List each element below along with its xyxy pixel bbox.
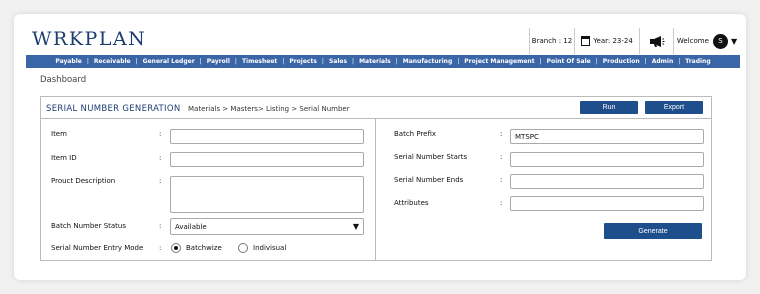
avatar: S [712, 33, 728, 49]
batch-status-select[interactable]: Available ▼ [170, 218, 364, 235]
serial-starts-input[interactable] [510, 152, 704, 167]
run-button[interactable]: Run [580, 101, 638, 114]
nav-separator: | [644, 58, 647, 65]
colon: : [159, 130, 162, 138]
nav-separator: | [539, 58, 542, 65]
colon: : [500, 153, 503, 161]
export-button[interactable]: Export [645, 101, 703, 114]
generate-button[interactable]: Generate [604, 223, 702, 239]
nav-item-sales[interactable]: Sales [329, 58, 347, 65]
left-form-section: Item : Item ID : Prouct Description : Ba… [41, 119, 376, 260]
top-header: WRKPLAN Branch : 12 Year: 23-24 Welcome … [26, 26, 740, 54]
individual-label: Indivisual [253, 244, 287, 252]
nav-separator: | [595, 58, 598, 65]
nav-item-point-of-sale[interactable]: Point Of Sale [547, 58, 591, 65]
attributes-label: Attributes [394, 199, 429, 207]
nav-item-payroll[interactable]: Payroll [207, 58, 230, 65]
item-input[interactable] [170, 129, 364, 144]
nav-separator: | [234, 58, 237, 65]
nav-item-production[interactable]: Production [603, 58, 640, 65]
batch-status-label: Batch Number Status [51, 222, 126, 230]
nav-item-trading[interactable]: Trading [685, 58, 710, 65]
attributes-input[interactable] [510, 196, 704, 211]
serial-ends-label: Serial Number Ends [394, 176, 464, 184]
nav-item-materials[interactable]: Materials [359, 58, 391, 65]
dashboard-link[interactable]: Dashboard [40, 75, 86, 85]
entry-mode-label: Serial Number Entry Mode [51, 244, 144, 252]
colon: : [500, 130, 503, 138]
nav-item-receivable[interactable]: Receivable [94, 58, 131, 65]
item-id-input[interactable] [170, 152, 364, 167]
caret-down-icon: ▼ [730, 36, 738, 46]
nav-item-project-management[interactable]: Project Management [464, 58, 534, 65]
nav-item-general-ledger[interactable]: General Ledger [143, 58, 195, 65]
batch-prefix-label: Batch Prefix [394, 130, 437, 138]
nav-separator: | [352, 58, 355, 65]
nav-separator: | [678, 58, 681, 65]
serial-ends-input[interactable] [510, 174, 704, 189]
year-selector[interactable]: Year: 23-24 [574, 28, 639, 54]
page-title: SERIAL NUMBER GENERATION [46, 104, 181, 114]
serial-starts-label: Serial Number Starts [394, 153, 468, 161]
dropdown-arrow-icon: ▼ [352, 222, 359, 231]
item-label: Item [51, 130, 67, 138]
nav-item-payable[interactable]: Payable [55, 58, 81, 65]
main-nav: Payable | Receivable | General Ledger | Payrol… [26, 55, 740, 68]
megaphone-icon [649, 35, 664, 47]
description-textarea[interactable] [170, 176, 364, 213]
nav-separator: | [135, 58, 138, 65]
nav-separator: | [86, 58, 89, 65]
colon: : [159, 244, 162, 252]
branch-label: Branch : 12 [531, 37, 573, 45]
description-label: Prouct Description [51, 177, 116, 185]
colon: : [159, 154, 162, 162]
app-logo: WRKPLAN [32, 28, 147, 50]
batchwise-radio[interactable] [171, 243, 181, 253]
calendar-icon [581, 36, 591, 46]
batch-prefix-value: MTSPC [515, 132, 539, 141]
individual-radio[interactable] [238, 243, 248, 253]
announcement-button[interactable] [639, 28, 673, 54]
batch-status-value: Available [175, 222, 207, 231]
welcome-label: Welcome [676, 37, 709, 45]
colon: : [159, 222, 162, 230]
colon: : [500, 176, 503, 184]
batch-prefix-input[interactable]: MTSPC [510, 129, 704, 144]
nav-item-manufacturing[interactable]: Manufacturing [403, 58, 453, 65]
nav-separator: | [321, 58, 324, 65]
breadcrumb: Materials > Masters> Listing > Serial Nu… [188, 105, 350, 113]
user-menu[interactable]: Welcome S ▼ [673, 28, 740, 54]
colon: : [500, 199, 503, 207]
year-label: Year: 23-24 [593, 37, 633, 45]
nav-separator: | [199, 58, 202, 65]
nav-item-timesheet[interactable]: Timesheet [242, 58, 277, 65]
item-id-label: Item ID [51, 154, 77, 162]
nav-separator: | [457, 58, 460, 65]
nav-separator: | [282, 58, 285, 65]
branch-indicator[interactable]: Branch : 12 [529, 28, 574, 54]
nav-item-admin[interactable]: Admin [652, 58, 674, 65]
serial-number-panel: SERIAL NUMBER GENERATION Materials > Mas… [40, 96, 712, 261]
nav-separator: | [395, 58, 398, 65]
nav-item-projects[interactable]: Projects [289, 58, 317, 65]
panel-header: SERIAL NUMBER GENERATION Materials > Mas… [41, 97, 711, 119]
batchwise-label: Batchwize [186, 244, 222, 252]
colon: : [159, 177, 162, 185]
